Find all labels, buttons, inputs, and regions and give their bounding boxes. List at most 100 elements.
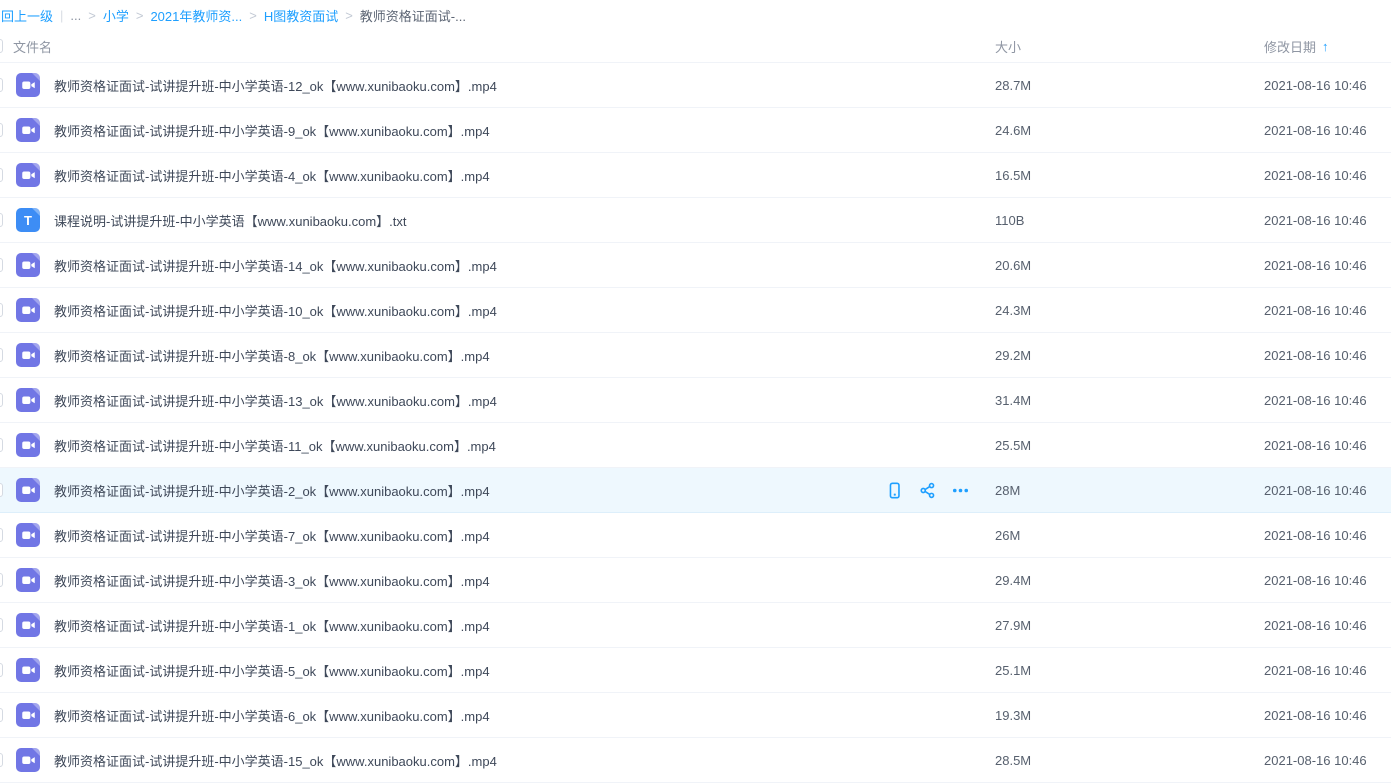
row-checkbox[interactable] [0,213,3,227]
file-row[interactable]: 教师资格证面试-试讲提升班-中小学英语-2_ok【www.xunibaoku.c… [0,468,1391,513]
row-checkbox[interactable] [0,78,3,92]
file-size: 25.5M [995,438,1264,453]
file-list: 教师资格证面试-试讲提升班-中小学英语-12_ok【www.xunibaoku.… [0,63,1391,783]
row-checkbox[interactable] [0,168,3,182]
video-file-icon [16,163,40,187]
file-date: 2021-08-16 10:46 [1264,348,1391,363]
row-checkbox[interactable] [0,303,3,317]
row-checkbox[interactable] [0,483,3,497]
share-button[interactable] [919,482,936,499]
file-row[interactable]: T 课程说明-试讲提升班-中小学英语【www.xunibaoku.com】.tx… [0,198,1391,243]
file-name[interactable]: 教师资格证面试-试讲提升班-中小学英语-15_ok【www.xunibaoku.… [54,751,497,770]
file-row[interactable]: 教师资格证面试-试讲提升班-中小学英语-8_ok【www.xunibaoku.c… [0,333,1391,378]
select-all-checkbox[interactable] [0,39,3,53]
file-date: 2021-08-16 10:46 [1264,618,1391,633]
more-button[interactable] [952,482,969,499]
file-name[interactable]: 教师资格证面试-试讲提升班-中小学英语-4_ok【www.xunibaoku.c… [54,166,490,185]
file-row[interactable]: 教师资格证面试-试讲提升班-中小学英语-4_ok【www.xunibaoku.c… [0,153,1391,198]
row-checkbox[interactable] [0,348,3,362]
row-checkbox[interactable] [0,573,3,587]
file-row[interactable]: 教师资格证面试-试讲提升班-中小学英语-14_ok【www.xunibaoku.… [0,243,1391,288]
row-checkbox[interactable] [0,528,3,542]
file-row[interactable]: 教师资格证面试-试讲提升班-中小学英语-9_ok【www.xunibaoku.c… [0,108,1391,153]
video-file-icon [16,73,40,97]
file-name[interactable]: 教师资格证面试-试讲提升班-中小学英语-13_ok【www.xunibaoku.… [54,391,497,410]
column-header-size[interactable]: 大小 [995,37,1264,56]
row-checkbox[interactable] [0,393,3,407]
file-name-cell: 教师资格证面试-试讲提升班-中小学英语-3_ok【www.xunibaoku.c… [0,568,995,592]
breadcrumb-link-htu[interactable]: H图教资面试 [264,6,338,25]
breadcrumb-link-xiaoxue[interactable]: 小学 [103,6,129,25]
file-date: 2021-08-16 10:46 [1264,123,1391,138]
file-name[interactable]: 教师资格证面试-试讲提升班-中小学英语-6_ok【www.xunibaoku.c… [54,706,490,725]
file-name[interactable]: 课程说明-试讲提升班-中小学英语【www.xunibaoku.com】.txt [54,211,407,230]
column-header-name[interactable]: 文件名 [13,37,52,56]
file-name-cell: 教师资格证面试-试讲提升班-中小学英语-1_ok【www.xunibaoku.c… [0,613,995,637]
file-size: 28.5M [995,753,1264,768]
save-to-device-button[interactable] [886,482,903,499]
file-name-cell: 教师资格证面试-试讲提升班-中小学英语-8_ok【www.xunibaoku.c… [0,343,995,367]
video-camera-icon [21,438,36,453]
video-camera-icon [21,348,36,363]
file-size: 19.3M [995,708,1264,723]
share-icon [919,482,936,499]
video-file-icon [16,388,40,412]
file-name[interactable]: 教师资格证面试-试讲提升班-中小学英语-3_ok【www.xunibaoku.c… [54,571,490,590]
file-row[interactable]: 教师资格证面试-试讲提升班-中小学英语-13_ok【www.xunibaoku.… [0,378,1391,423]
file-name[interactable]: 教师资格证面试-试讲提升班-中小学英语-7_ok【www.xunibaoku.c… [54,526,490,545]
file-date: 2021-08-16 10:46 [1264,483,1391,498]
file-row[interactable]: 教师资格证面试-试讲提升班-中小学英语-6_ok【www.xunibaoku.c… [0,693,1391,738]
row-checkbox[interactable] [0,753,3,767]
file-row[interactable]: 教师资格证面试-试讲提升班-中小学英语-10_ok【www.xunibaoku.… [0,288,1391,333]
file-row[interactable]: 教师资格证面试-试讲提升班-中小学英语-11_ok【www.xunibaoku.… [0,423,1391,468]
row-checkbox[interactable] [0,438,3,452]
row-checkbox[interactable] [0,618,3,632]
file-row[interactable]: 教师资格证面试-试讲提升班-中小学英语-5_ok【www.xunibaoku.c… [0,648,1391,693]
file-size: 16.5M [995,168,1264,183]
file-row[interactable]: 教师资格证面试-试讲提升班-中小学英语-1_ok【www.xunibaoku.c… [0,603,1391,648]
video-file-icon [16,478,40,502]
row-actions [886,482,969,499]
file-date: 2021-08-16 10:46 [1264,78,1391,93]
file-name[interactable]: 教师资格证面试-试讲提升班-中小学英语-5_ok【www.xunibaoku.c… [54,661,490,680]
row-checkbox[interactable] [0,123,3,137]
file-name[interactable]: 教师资格证面试-试讲提升班-中小学英语-9_ok【www.xunibaoku.c… [54,121,490,140]
breadcrumb-back-link[interactable]: 回上一级 [1,6,53,25]
row-checkbox[interactable] [0,663,3,677]
breadcrumb-separator: > [249,8,257,23]
file-name-cell: 教师资格证面试-试讲提升班-中小学英语-15_ok【www.xunibaoku.… [0,748,995,772]
file-row[interactable]: 教师资格证面试-试讲提升班-中小学英语-3_ok【www.xunibaoku.c… [0,558,1391,603]
page-fold [32,208,40,216]
row-checkbox[interactable] [0,708,3,722]
file-size: 24.3M [995,303,1264,318]
file-row[interactable]: 教师资格证面试-试讲提升班-中小学英语-15_ok【www.xunibaoku.… [0,738,1391,783]
file-name-cell: 教师资格证面试-试讲提升班-中小学英语-10_ok【www.xunibaoku.… [0,298,995,322]
file-name-cell: 教师资格证面试-试讲提升班-中小学英语-7_ok【www.xunibaoku.c… [0,523,995,547]
column-header-date[interactable]: 修改日期 ↑ [1264,37,1391,56]
file-date: 2021-08-16 10:46 [1264,303,1391,318]
file-size: 31.4M [995,393,1264,408]
file-name[interactable]: 教师资格证面试-试讲提升班-中小学英语-2_ok【www.xunibaoku.c… [54,481,490,500]
video-camera-icon [21,573,36,588]
video-file-icon [16,118,40,142]
file-row[interactable]: 教师资格证面试-试讲提升班-中小学英语-12_ok【www.xunibaoku.… [0,63,1391,108]
file-date: 2021-08-16 10:46 [1264,753,1391,768]
video-file-icon [16,748,40,772]
file-name[interactable]: 教师资格证面试-试讲提升班-中小学英语-8_ok【www.xunibaoku.c… [54,346,490,365]
video-camera-icon [21,753,36,768]
file-name[interactable]: 教师资格证面试-试讲提升班-中小学英语-12_ok【www.xunibaoku.… [54,76,497,95]
file-name[interactable]: 教师资格证面试-试讲提升班-中小学英语-1_ok【www.xunibaoku.c… [54,616,490,635]
row-checkbox[interactable] [0,258,3,272]
video-camera-icon [21,618,36,633]
video-file-icon [16,253,40,277]
breadcrumb-link-2021[interactable]: 2021年教师资... [150,6,242,25]
file-date: 2021-08-16 10:46 [1264,663,1391,678]
file-name[interactable]: 教师资格证面试-试讲提升班-中小学英语-14_ok【www.xunibaoku.… [54,256,497,275]
file-name[interactable]: 教师资格证面试-试讲提升班-中小学英语-10_ok【www.xunibaoku.… [54,301,497,320]
header-name-cell: 文件名 [0,37,995,56]
breadcrumb-ellipsis[interactable]: ... [70,8,81,23]
file-row[interactable]: 教师资格证面试-试讲提升班-中小学英语-7_ok【www.xunibaoku.c… [0,513,1391,558]
file-name[interactable]: 教师资格证面试-试讲提升班-中小学英语-11_ok【www.xunibaoku.… [54,436,496,455]
file-size: 25.1M [995,663,1264,678]
file-name-cell: 教师资格证面试-试讲提升班-中小学英语-9_ok【www.xunibaoku.c… [0,118,995,142]
